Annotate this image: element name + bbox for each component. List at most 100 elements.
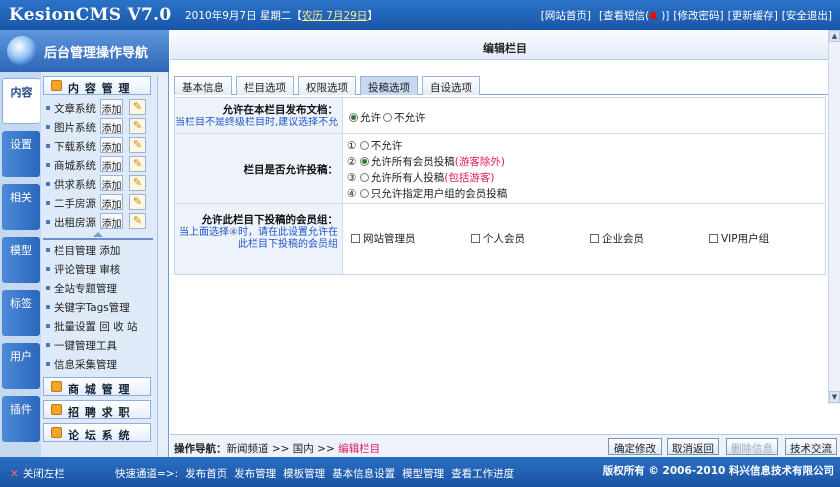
submission-option-3[interactable]: ③ 允许所有人投稿(包括游客) bbox=[347, 170, 494, 185]
allow-radio[interactable]: 允许 bbox=[349, 110, 381, 125]
quick-publish-home[interactable]: 发布首页 bbox=[185, 468, 227, 480]
close-icon: ✕ bbox=[10, 468, 19, 480]
allow-submission-label: 栏目是否允许投稿： bbox=[243, 164, 339, 176]
scroll-down-icon[interactable]: ▼ bbox=[829, 391, 840, 403]
menu-item-batch-recycle[interactable]: 批量设置 回 收 站 bbox=[43, 316, 156, 335]
date-suffix: 】 bbox=[367, 10, 378, 22]
vtab-users[interactable]: 用户 bbox=[2, 343, 40, 389]
edit-pencil-icon[interactable]: ✎ bbox=[129, 175, 146, 191]
menu-item-collection[interactable]: 信息采集管理 bbox=[43, 354, 156, 373]
tab-custom-options[interactable]: 自设选项 bbox=[422, 76, 480, 95]
group-forum[interactable]: 论 坛 系 统 bbox=[43, 423, 151, 442]
submission-option-4[interactable]: ④ 只允许指定用户组的会员投稿 bbox=[347, 186, 507, 201]
submission-option-2[interactable]: ② 允许所有会员投稿(游客除外) bbox=[347, 154, 505, 169]
group-checkbox-vip[interactable]: VIP用户组 bbox=[709, 231, 769, 246]
group-content-management[interactable]: 内 容 管 理 bbox=[43, 76, 151, 95]
tab-column-options[interactable]: 栏目选项 bbox=[236, 76, 294, 95]
edit-pencil-icon[interactable]: ✎ bbox=[129, 137, 146, 153]
close-sidebar-button[interactable]: ✕ 关闭左栏 bbox=[10, 466, 65, 481]
menu-item-special-topics[interactable]: 全站专题管理 bbox=[43, 278, 156, 297]
change-password-link[interactable]: [修改密码] bbox=[673, 10, 723, 22]
edit-pencil-icon[interactable]: ✎ bbox=[129, 194, 146, 210]
menu-item-column-management[interactable]: 栏目管理 添加 bbox=[43, 240, 156, 259]
radio-label: 不允许 bbox=[394, 112, 426, 124]
quick-template-manage[interactable]: 模板管理 bbox=[283, 468, 325, 480]
collapse-divider[interactable] bbox=[43, 231, 156, 240]
vtab-settings[interactable]: 设置 bbox=[2, 131, 40, 177]
breadcrumb-category[interactable]: 国内 bbox=[293, 443, 314, 455]
scroll-up-icon[interactable]: ▲ bbox=[829, 30, 840, 42]
lunar-date-link[interactable]: 农历 7月29日 bbox=[302, 10, 367, 22]
radio-label: 允许 bbox=[360, 112, 381, 124]
option-number: ① bbox=[347, 140, 357, 152]
menu-item-download[interactable]: 下载系统 添加 ✎ bbox=[43, 136, 156, 155]
bullet-icon bbox=[46, 125, 50, 129]
group-checkbox-admin[interactable]: 网站管理员 bbox=[351, 231, 416, 246]
add-article-button[interactable]: 添加 bbox=[100, 99, 123, 116]
add-supply-button[interactable]: 添加 bbox=[100, 175, 123, 192]
edit-pencil-icon[interactable]: ✎ bbox=[129, 99, 146, 115]
radio-unchecked bbox=[359, 189, 369, 198]
quick-basic-settings[interactable]: 基本信息设置 bbox=[332, 468, 395, 480]
menu-item-photo[interactable]: 图片系统 添加 ✎ bbox=[43, 117, 156, 136]
vtab-label: 标签 bbox=[10, 297, 32, 310]
add-secondhand-button[interactable]: 添加 bbox=[100, 194, 123, 211]
disallow-radio[interactable]: 不允许 bbox=[383, 110, 426, 125]
quick-work-progress[interactable]: 查看工作进度 bbox=[451, 468, 514, 480]
delete-info-button[interactable]: 删除信息 bbox=[726, 438, 778, 455]
tab-bar: 基本信息 栏目选项 权限选项 投稿选项 自设选项 bbox=[174, 76, 834, 95]
menu-item-comment-management[interactable]: 评论管理 审核 bbox=[43, 259, 156, 278]
group-shop-management[interactable]: 商 城 管 理 bbox=[43, 377, 151, 396]
checkbox-label: 个人会员 bbox=[483, 233, 525, 245]
sidebar-scrollbar[interactable] bbox=[157, 76, 168, 455]
menu-item-secondhand-house[interactable]: 二手房源 添加 ✎ bbox=[43, 193, 156, 212]
add-shop-button[interactable]: 添加 bbox=[100, 156, 123, 173]
tab-submission-options[interactable]: 投稿选项 bbox=[360, 76, 418, 95]
main-scrollbar[interactable]: ▲ ▼ bbox=[828, 30, 840, 404]
vtab-content[interactable]: 内容 bbox=[2, 78, 40, 124]
tab-permission-options[interactable]: 权限选项 bbox=[298, 76, 356, 95]
confirm-edit-button[interactable]: 确定修改 bbox=[608, 438, 662, 455]
edit-pencil-icon[interactable]: ✎ bbox=[129, 118, 146, 134]
copyright: 版权所有 © 2006-2010 科兴信息技术有限公司 bbox=[602, 465, 834, 477]
submission-option-1[interactable]: ① 不允许 bbox=[347, 138, 402, 153]
update-cache-link[interactable]: [更新缓存] bbox=[728, 10, 778, 22]
add-download-button[interactable]: 添加 bbox=[100, 137, 123, 154]
edit-pencil-icon[interactable]: ✎ bbox=[129, 156, 146, 172]
quick-model-manage[interactable]: 模型管理 bbox=[402, 468, 444, 480]
menu-item-article[interactable]: 文章系统 添加 ✎ bbox=[43, 98, 156, 117]
vtab-label: 相关 bbox=[10, 191, 32, 204]
menu-item-supply[interactable]: 供求系统 添加 ✎ bbox=[43, 174, 156, 193]
vtab-models[interactable]: 模型 bbox=[2, 237, 40, 283]
bullet-icon bbox=[46, 144, 50, 148]
logout-link[interactable]: [安全退出] bbox=[782, 10, 832, 22]
radio-unchecked bbox=[359, 141, 369, 150]
option-note: (游客除外) bbox=[454, 156, 505, 168]
vtab-related[interactable]: 相关 bbox=[2, 184, 40, 230]
home-link[interactable]: [网站首页] bbox=[541, 10, 591, 22]
messages-link[interactable]: [查看短信()] bbox=[595, 10, 669, 22]
vtab-labels[interactable]: 标签 bbox=[2, 290, 40, 336]
vtab-plugins[interactable]: 插件 bbox=[2, 396, 40, 442]
tech-exchange-button[interactable]: 技术交流 bbox=[785, 438, 837, 455]
breadcrumb-channel[interactable]: 新闻频道 bbox=[227, 443, 269, 455]
quick-publish-manage[interactable]: 发布管理 bbox=[234, 468, 276, 480]
menu-item-one-click-tools[interactable]: 一键管理工具 bbox=[43, 335, 156, 354]
edit-pencil-icon[interactable]: ✎ bbox=[129, 213, 146, 229]
add-photo-button[interactable]: 添加 bbox=[100, 118, 123, 135]
add-rental-button[interactable]: 添加 bbox=[100, 213, 123, 230]
folder-icon bbox=[51, 80, 62, 91]
bullet-icon bbox=[46, 343, 50, 347]
bullet-icon bbox=[46, 182, 50, 186]
bullet-icon bbox=[46, 248, 50, 252]
menu-item-tags-management[interactable]: 关键字Tags管理 bbox=[43, 297, 156, 316]
cancel-return-button[interactable]: 取消返回 bbox=[667, 438, 719, 455]
bullet-icon bbox=[46, 305, 50, 309]
menu-item-rental-house[interactable]: 出租房源 添加 ✎ bbox=[43, 212, 156, 231]
group-checkbox-enterprise[interactable]: 企业会员 bbox=[590, 231, 644, 246]
menu-item-shop[interactable]: 商城系统 添加 ✎ bbox=[43, 155, 156, 174]
group-checkbox-personal[interactable]: 个人会员 bbox=[471, 231, 525, 246]
group-recruitment[interactable]: 招 聘 求 职 bbox=[43, 400, 151, 419]
tab-basic-info[interactable]: 基本信息 bbox=[174, 76, 232, 95]
radio-unchecked bbox=[359, 173, 369, 182]
